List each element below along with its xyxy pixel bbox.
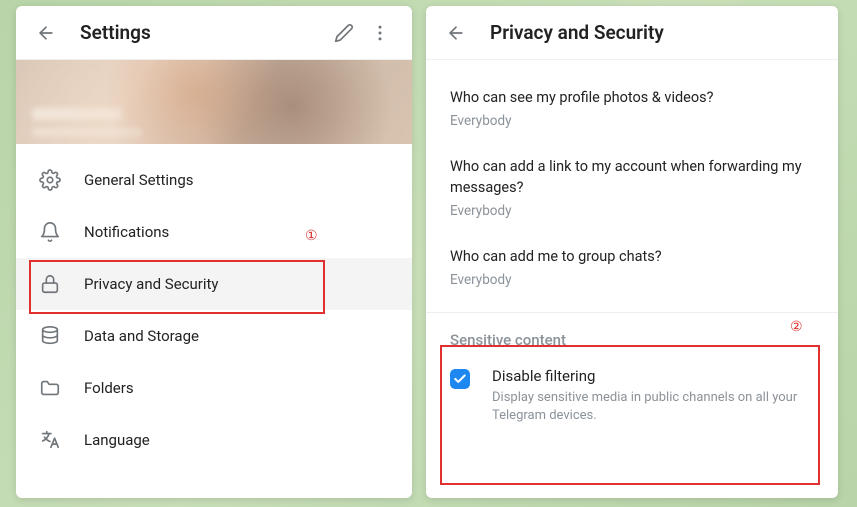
profile-status-blur	[32, 128, 142, 136]
sidebar-item-privacy[interactable]: Privacy and Security	[16, 258, 412, 310]
privacy-answer: Everybody	[450, 113, 814, 129]
check-icon	[453, 372, 467, 386]
privacy-answer: Everybody	[450, 272, 814, 288]
arrow-left-icon	[36, 23, 56, 43]
database-icon	[38, 324, 62, 348]
privacy-appbar: Privacy and Security	[426, 6, 838, 60]
checkbox-desc: Display sensitive media in public channe…	[492, 389, 814, 425]
edit-button[interactable]	[326, 15, 362, 51]
sidebar-item-label: General Settings	[84, 171, 194, 189]
privacy-question: Who can add me to group chats?	[450, 247, 814, 267]
page-title: Settings	[80, 21, 326, 44]
back-button[interactable]	[34, 21, 58, 45]
folder-icon	[38, 376, 62, 400]
profile-hero[interactable]	[16, 60, 412, 144]
checkbox-title: Disable filtering	[492, 367, 814, 385]
bell-icon	[38, 220, 62, 244]
disable-filtering-row[interactable]: Disable filtering Display sensitive medi…	[426, 357, 838, 445]
dots-vertical-icon	[370, 23, 390, 43]
sidebar-item-data[interactable]: Data and Storage	[16, 310, 412, 362]
privacy-row-forward[interactable]: Who can add a link to my account when fo…	[450, 147, 814, 237]
language-icon	[38, 428, 62, 452]
checkbox-checked[interactable]	[450, 369, 470, 389]
privacy-options: Who can see my profile photos & videos? …	[426, 60, 838, 312]
sidebar-item-folders[interactable]: Folders	[16, 362, 412, 414]
privacy-panel: Privacy and Security Who can see my prof…	[426, 6, 838, 498]
gear-icon	[38, 168, 62, 192]
privacy-answer: Everybody	[450, 203, 814, 219]
arrow-left-icon	[446, 23, 466, 43]
sidebar-item-label: Notifications	[84, 223, 169, 241]
profile-name-blur	[32, 108, 122, 120]
settings-appbar: Settings	[16, 6, 412, 60]
settings-list: General Settings Notifications Privacy a…	[16, 144, 412, 466]
sidebar-item-language[interactable]: Language	[16, 414, 412, 466]
page-title: Privacy and Security	[490, 21, 824, 44]
lock-icon	[38, 272, 62, 296]
sidebar-item-label: Language	[84, 431, 150, 449]
more-button[interactable]	[362, 15, 398, 51]
privacy-row-photos[interactable]: Who can see my profile photos & videos? …	[450, 78, 814, 147]
section-title-sensitive: Sensitive content	[426, 313, 838, 357]
sidebar-item-general[interactable]: General Settings	[16, 154, 412, 206]
sidebar-item-label: Privacy and Security	[84, 275, 219, 293]
sidebar-item-label: Data and Storage	[84, 327, 199, 345]
checkbox-text: Disable filtering Display sensitive medi…	[492, 367, 814, 425]
pencil-icon	[334, 23, 354, 43]
back-button[interactable]	[444, 21, 468, 45]
privacy-question: Who can see my profile photos & videos?	[450, 88, 814, 108]
privacy-row-groups[interactable]: Who can add me to group chats? Everybody	[450, 237, 814, 306]
settings-panel: Settings General Settings Notifications	[16, 6, 412, 498]
sidebar-item-label: Folders	[84, 379, 134, 397]
privacy-question: Who can add a link to my account when fo…	[450, 157, 814, 198]
sidebar-item-notifications[interactable]: Notifications	[16, 206, 412, 258]
